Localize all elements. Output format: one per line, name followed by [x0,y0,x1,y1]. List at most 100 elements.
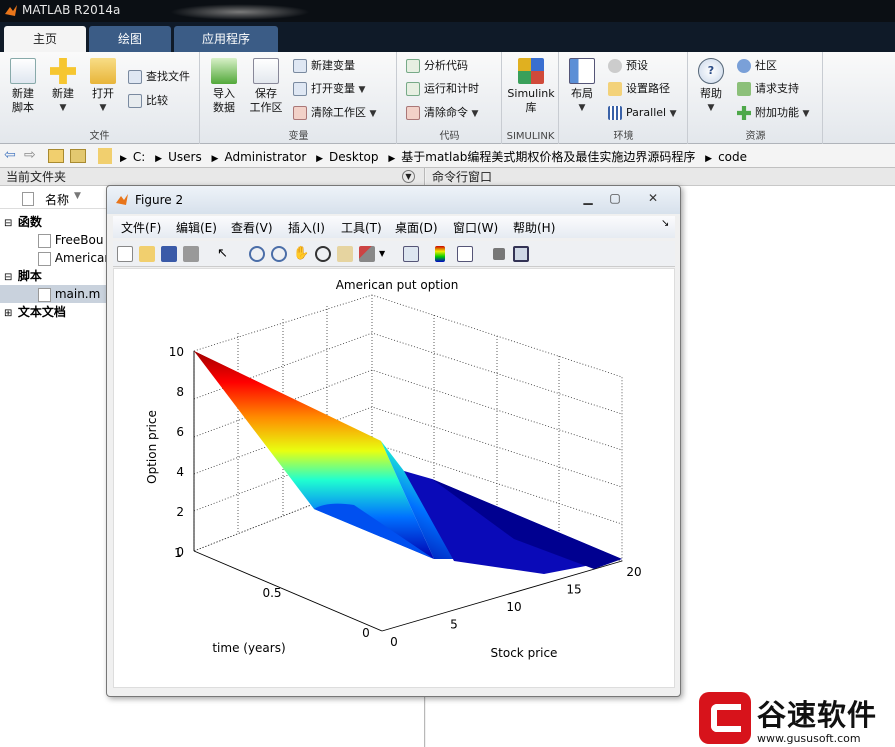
z-tick-label: 2 [176,505,184,519]
save-icon[interactable] [161,246,177,262]
menu-view[interactable]: 查看(V) [231,219,273,236]
analyze-code-button[interactable]: 分析代码 [406,57,468,75]
data-cursor-icon[interactable] [337,246,353,262]
file-name: main.m [54,287,101,301]
browse-folder-icon[interactable] [70,149,86,163]
tab-plots[interactable]: 绘图 [89,26,171,52]
breadcrumb-administrator[interactable]: Administrator [224,150,306,164]
parallel-button[interactable]: Parallel ▼ [608,104,677,122]
x-tick-label: 15 [566,583,581,597]
hide-plot-tools-icon[interactable] [493,248,505,260]
x-tick-label: 5 [450,618,458,632]
breadcrumb-desktop[interactable]: Desktop [329,150,379,164]
resources-group: ? 帮助 ▼ 社区 请求支持 附加功能 ▼ 资源 [689,52,823,144]
zoom-out-icon[interactable] [271,246,287,262]
menu-insert[interactable]: 插入(I) [288,219,325,236]
find-files-label: 查找文件 [146,70,190,83]
group-functions-label: 函数 [17,215,42,229]
tab-apps[interactable]: 应用程序 [174,26,278,52]
new-button[interactable]: 新建 ▼ [46,58,80,115]
minimize-button[interactable]: ▁ [577,191,599,207]
compare-label: 比较 [146,94,168,107]
open-variable-button[interactable]: 打开变量 ▼ [293,80,365,98]
x-axis-label: Stock price [491,646,558,660]
preferences-button[interactable]: 预设 [608,57,648,75]
set-path-button[interactable]: 设置路径 [608,80,670,98]
help-label: 帮助 [700,87,722,100]
open-file-icon[interactable] [139,246,155,262]
colorbar-icon[interactable] [435,246,445,262]
find-files-button[interactable]: 查找文件 [128,68,190,86]
brush-dropdown-icon[interactable]: ▼ [379,249,385,258]
show-plot-tools-icon[interactable] [513,246,529,262]
menu-desktop[interactable]: 桌面(D) [395,219,438,236]
select-arrow-icon[interactable]: ↖ [217,246,233,262]
breadcrumb-c[interactable]: C: [133,150,145,164]
simulink-library-button[interactable]: Simulink 库 [505,58,557,115]
print-icon[interactable] [183,246,199,262]
menu-help[interactable]: 帮助(H) [513,219,555,236]
tab-home[interactable]: 主页 [4,26,86,52]
watermark-brand: 谷速软件 [757,698,878,732]
compare-button[interactable]: 比较 [128,92,168,110]
current-folder-header: 当前文件夹 ▼ [0,168,424,186]
request-support-button[interactable]: 请求支持 [737,80,799,98]
surface-plot[interactable]: American put option Option price Stock p… [114,269,674,687]
link-plot-icon[interactable] [403,246,419,262]
figure-title-bar[interactable]: Figure 2 ▁ ▢ ✕ [107,186,680,214]
run-and-time-button[interactable]: 运行和计时 [406,80,479,98]
open-button[interactable]: 打开 ▼ [86,58,120,115]
folder-path-icon [98,148,112,164]
menu-file[interactable]: 文件(F) [121,219,161,236]
layout-button[interactable]: 布局 ▼ [566,58,598,115]
breadcrumb-users[interactable]: Users [168,150,202,164]
legend-icon[interactable] [457,246,473,262]
clear-workspace-button[interactable]: 清除工作区 ▼ [293,104,376,122]
breadcrumb-project-folder[interactable]: 基于matlab编程美式期权价格及最佳实施边界源码程序 [401,150,695,164]
new-variable-button[interactable]: 新建变量 [293,57,355,75]
file-item[interactable]: FreeBou [38,231,103,249]
plot-area[interactable]: American put option Option price Stock p… [113,268,675,688]
save-workspace-button[interactable]: 保存 工作区 [247,58,285,115]
back-arrow-icon[interactable]: ⇦ [4,147,16,163]
rotate-3d-icon[interactable] [315,246,331,262]
breadcrumb[interactable]: ▶ C: ▶ Users ▶ Administrator ▶ Desktop ▶ 基于ma… [120,148,753,165]
community-button[interactable]: 社区 [737,57,777,75]
dock-arrow-icon[interactable]: ↘ [661,218,669,229]
zoom-in-icon[interactable] [249,246,265,262]
pan-hand-icon[interactable]: ✋ [293,246,309,262]
panel-options-icon[interactable]: ▼ [402,170,415,183]
clear-commands-icon [406,106,420,120]
sort-arrow-icon[interactable]: ▼ [74,191,81,201]
maximize-button[interactable]: ▢ [604,191,626,207]
add-ons-icon [737,106,751,120]
layout-label: 布局 [571,87,593,100]
figure-logo-icon [116,194,128,205]
group-text-docs[interactable]: ⊞ 文本文档 [4,303,66,321]
variable-group: 导入 数据 保存 工作区 新建变量 打开变量 ▼ 清除工作区 ▼ 变量 [201,52,397,144]
help-button[interactable]: ? 帮助 ▼ [695,58,727,115]
name-column-header[interactable]: 名称 [45,191,69,208]
save-workspace-label: 保存 工作区 [249,87,283,114]
clear-commands-button[interactable]: 清除命令 ▼ [406,104,478,122]
up-folder-icon[interactable] [48,149,64,163]
menu-window[interactable]: 窗口(W) [453,219,498,236]
menu-tools[interactable]: 工具(T) [341,219,382,236]
forward-arrow-icon[interactable]: ⇨ [24,147,36,163]
brush-icon[interactable] [359,246,375,262]
import-data-button[interactable]: 导入 数据 [207,58,241,115]
new-script-button[interactable]: 新建 脚本 [6,58,40,115]
blurred-region [170,4,310,20]
close-button[interactable]: ✕ [639,191,667,207]
watermark-url: www.gususoft.com [757,732,861,745]
environment-group-label: 环境 [613,131,634,142]
new-figure-icon[interactable] [117,246,133,262]
add-ons-button[interactable]: 附加功能 ▼ [737,104,809,122]
group-scripts-label: 脚本 [17,269,42,283]
menu-edit[interactable]: 编辑(E) [176,219,217,236]
breadcrumb-code[interactable]: code [718,150,747,164]
plus-icon [50,58,76,84]
group-scripts[interactable]: ⊟ 脚本 [4,267,42,285]
file-item[interactable]: Americar [38,249,109,267]
group-functions[interactable]: ⊟ 函数 [4,213,42,231]
